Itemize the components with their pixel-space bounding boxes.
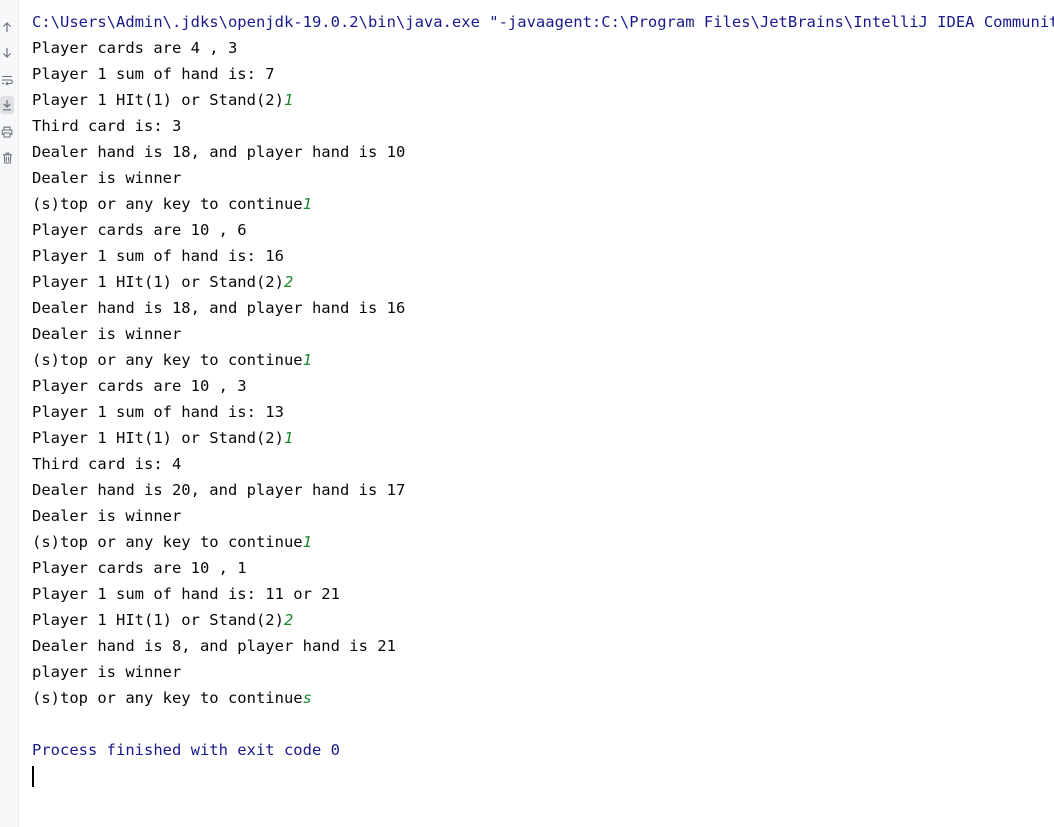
console-line: Player 1 sum of hand is: 7 bbox=[32, 61, 1054, 87]
console-line: Dealer is winner bbox=[32, 165, 1054, 191]
console-line: Player 1 HIt(1) or Stand(2)1 bbox=[32, 87, 1054, 113]
user-input-echo: 2 bbox=[283, 611, 294, 629]
console-line-text: Dealer is winner bbox=[32, 507, 182, 525]
console-line: Dealer is winner bbox=[32, 321, 1054, 347]
user-input-echo: 1 bbox=[302, 533, 312, 551]
console-line: Player cards are 10 , 6 bbox=[32, 217, 1054, 243]
console-line: Dealer hand is 20, and player hand is 17 bbox=[32, 477, 1054, 503]
console-line-text: Player cards are 10 , 1 bbox=[32, 559, 247, 577]
run-console: C:\Users\Admin\.jdks\openjdk-19.0.2\bin\… bbox=[0, 0, 1054, 827]
console-line: Third card is: 3 bbox=[32, 113, 1054, 139]
console-line-text: (s)top or any key to continue bbox=[32, 533, 303, 551]
console-line-text: Dealer is winner bbox=[32, 169, 182, 187]
console-line: Player 1 sum of hand is: 16 bbox=[32, 243, 1054, 269]
console-line: Player 1 HIt(1) or Stand(2)2 bbox=[32, 269, 1054, 295]
text-cursor bbox=[32, 766, 34, 787]
console-line-text: Dealer hand is 8, and player hand is 21 bbox=[32, 637, 396, 655]
console-line: Dealer is winner bbox=[32, 503, 1054, 529]
console-line: Player cards are 10 , 1 bbox=[32, 555, 1054, 581]
user-input-echo: 1 bbox=[302, 195, 312, 213]
console-line: Player cards are 10 , 3 bbox=[32, 373, 1054, 399]
console-line-text: Player cards are 10 , 3 bbox=[32, 377, 247, 395]
console-line-text: Player 1 sum of hand is: 16 bbox=[32, 247, 284, 265]
console-line: Player cards are 4 , 3 bbox=[32, 35, 1054, 61]
console-line: Dealer hand is 8, and player hand is 21 bbox=[32, 633, 1054, 659]
console-line-text: (s)top or any key to continue bbox=[32, 689, 303, 707]
user-input-echo: s bbox=[302, 689, 312, 707]
console-line-text: Player cards are 10 , 6 bbox=[32, 221, 247, 239]
arrow-down-icon[interactable] bbox=[0, 44, 14, 62]
console-line-text: Player 1 sum of hand is: 11 or 21 bbox=[32, 585, 340, 603]
console-line: (s)top or any key to continue1 bbox=[32, 529, 1054, 555]
console-line-text: Dealer hand is 18, and player hand is 16 bbox=[32, 299, 406, 317]
console-line-text: Player cards are 4 , 3 bbox=[32, 39, 238, 57]
console-toolbar bbox=[0, 0, 19, 827]
input-prompt-line[interactable] bbox=[32, 763, 1054, 789]
console-line-text: Third card is: 3 bbox=[32, 117, 182, 135]
trash-icon[interactable] bbox=[0, 149, 14, 167]
user-input-echo: 2 bbox=[283, 273, 294, 291]
console-line: player is winner bbox=[32, 659, 1054, 685]
console-output[interactable]: C:\Users\Admin\.jdks\openjdk-19.0.2\bin\… bbox=[32, 9, 1054, 789]
console-line-text: Player 1 sum of hand is: 13 bbox=[32, 403, 284, 421]
command-line: C:\Users\Admin\.jdks\openjdk-19.0.2\bin\… bbox=[32, 13, 1054, 31]
console-line-text: Player 1 HIt(1) or Stand(2) bbox=[32, 91, 284, 109]
console-line-text: Dealer is winner bbox=[32, 325, 182, 343]
console-line-text: Player 1 sum of hand is: 7 bbox=[32, 65, 275, 83]
output-lines: Player cards are 4 , 3 Player 1 sum of ha… bbox=[32, 35, 1054, 711]
user-input-echo: 1 bbox=[283, 429, 294, 447]
user-input-echo: 1 bbox=[283, 91, 294, 109]
console-line-text: Player 1 HIt(1) or Stand(2) bbox=[32, 273, 284, 291]
arrow-up-icon[interactable] bbox=[0, 18, 14, 36]
print-icon[interactable] bbox=[0, 123, 14, 141]
console-line-text: (s)top or any key to continue bbox=[32, 195, 303, 213]
console-line: Player 1 sum of hand is: 11 or 21 bbox=[32, 581, 1054, 607]
console-line-text: Player 1 HIt(1) or Stand(2) bbox=[32, 429, 284, 447]
console-line: Third card is: 4 bbox=[32, 451, 1054, 477]
scroll-to-end-icon[interactable] bbox=[0, 96, 14, 114]
console-line: Dealer hand is 18, and player hand is 16 bbox=[32, 295, 1054, 321]
soft-wrap-icon[interactable] bbox=[0, 71, 14, 89]
console-line: (s)top or any key to continue1 bbox=[32, 347, 1054, 373]
console-line: Player 1 sum of hand is: 13 bbox=[32, 399, 1054, 425]
console-line: (s)top or any key to continues bbox=[32, 685, 1054, 711]
console-line-text: Dealer hand is 20, and player hand is 17 bbox=[32, 481, 406, 499]
console-line-text: Dealer hand is 18, and player hand is 10 bbox=[32, 143, 406, 161]
user-input-echo: 1 bbox=[302, 351, 312, 369]
console-line: Dealer hand is 18, and player hand is 10 bbox=[32, 139, 1054, 165]
console-line: (s)top or any key to continue1 bbox=[32, 191, 1054, 217]
console-line: Player 1 HIt(1) or Stand(2)1 bbox=[32, 425, 1054, 451]
console-line-text: Player 1 HIt(1) or Stand(2) bbox=[32, 611, 284, 629]
exit-message: Process finished with exit code 0 bbox=[32, 741, 340, 759]
console-line: Player 1 HIt(1) or Stand(2)2 bbox=[32, 607, 1054, 633]
console-line-text: player is winner bbox=[32, 663, 182, 681]
console-line-text: Third card is: 4 bbox=[32, 455, 182, 473]
console-line-text: (s)top or any key to continue bbox=[32, 351, 303, 369]
